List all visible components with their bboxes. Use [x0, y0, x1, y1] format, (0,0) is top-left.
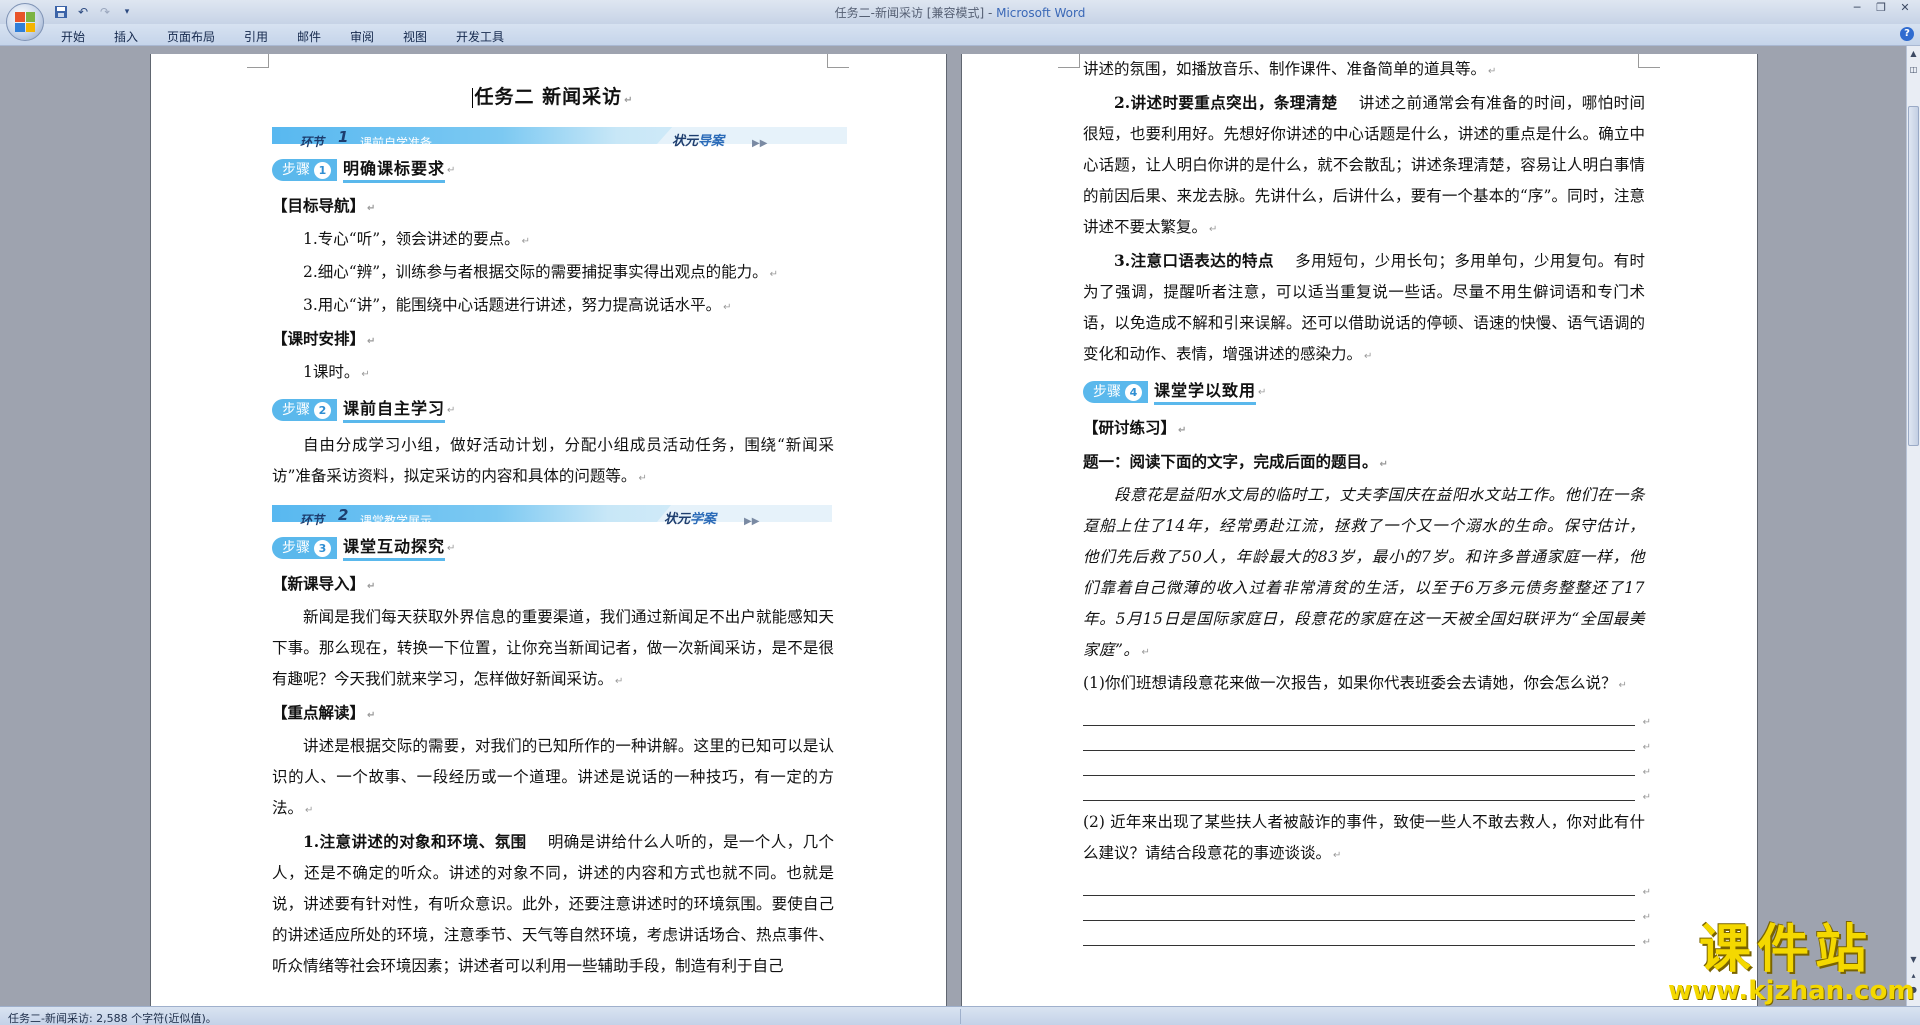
section-number: 1 — [338, 128, 349, 146]
step-2-header: 步骤 2 课前自主学习 ↵ — [272, 394, 834, 426]
double-arrow-icon: ▶▶ — [744, 516, 760, 527]
scroll-down-icon[interactable]: ▼ — [1908, 954, 1919, 966]
step-title: 明确课标要求 — [343, 158, 446, 183]
office-logo-icon — [15, 12, 35, 32]
section-banner-2: 环节 2 课堂教学展示 状元学案 ▶▶ — [272, 502, 834, 528]
redo-icon[interactable]: ↷ — [96, 3, 114, 20]
page-2-content: 讲述的氛围，如播放音乐、制作课件、准备简单的道具等。 ↵ 2.讲述时要重点突出，条… — [1083, 54, 1651, 948]
tab-review[interactable]: 审阅 — [350, 28, 374, 45]
question-1-prompt: (1)你们班想请段意花来做一次报告，如果你代表班委会去请她，你会怎么说？ ↵ — [1083, 674, 1627, 692]
crop-mark — [247, 54, 269, 68]
quick-access-toolbar: ↶ ↷ ▾ — [52, 3, 136, 20]
intro-heading: 【新课导入】 ↵ — [272, 574, 376, 593]
tab-developer[interactable]: 开发工具 — [456, 28, 504, 45]
section-subtitle: 课堂教学展示 — [360, 514, 433, 528]
focus-heading: 【重点解读】 ↵ — [272, 703, 376, 722]
window-title: 任务二-新闻采访 [兼容模式] - Microsoft Word — [834, 6, 1086, 20]
step-title: 课前自主学习 — [343, 398, 446, 423]
section-env-label: 环节 — [300, 135, 325, 149]
section-subtitle: 课前自学准备 — [360, 136, 433, 150]
tab-home[interactable]: 开始 — [61, 28, 85, 45]
office-button[interactable] — [6, 3, 44, 41]
scroll-up-icon[interactable]: ▲ — [1908, 48, 1919, 60]
intro-paragraph: 新闻是我们每天获取外界信息的重要渠道，我们通过新闻足不出户就能感知天下事。那么现… — [272, 608, 834, 688]
practice-heading: 【研讨练习】 ↵ — [1083, 418, 1187, 437]
step-4-header: 步骤 4 课堂学以致用 ↵ — [1083, 376, 1645, 408]
page-2[interactable]: 讲述的氛围，如播放音乐、制作课件、准备简单的道具等。 ↵ 2.讲述时要重点突出，条… — [962, 54, 1757, 1006]
goal-heading: 【目标导航】 ↵ — [272, 196, 376, 215]
page-1-content: 任务二 新闻采访 ↵ 环节 1 课前自学准备 状元导案 ▶▶ 步骤 1 明确课标要求… — [272, 78, 847, 982]
section-right-label: 状元导案 — [672, 134, 725, 149]
question-2-prompt: (2) 近年来出现了某些扶人者被敲诈的事件，致使一些人不敢去救人，你对此有什么建… — [1083, 813, 1645, 862]
step-title: 课堂学以致用 — [1154, 380, 1257, 405]
goal-item: 3.用心“讲”，能围绕中心话题进行讲述，努力提高说话水平。 ↵ — [303, 296, 732, 314]
schedule-text: 1课时。 ↵ — [303, 363, 370, 381]
page-1[interactable]: 任务二 新闻采访 ↵ 环节 1 课前自学准备 状元导案 ▶▶ 步骤 1 明确课标要求… — [151, 54, 946, 1006]
answer-line[interactable]: ↵ — [1083, 776, 1651, 803]
answer-line[interactable]: ↵ — [1083, 896, 1651, 923]
point-2-paragraph: 2.讲述时要重点突出，条理清楚 讲述之前通常会有准备的时间，哪怕时间很短，也要利… — [1083, 93, 1645, 236]
save-icon[interactable] — [52, 3, 70, 20]
answer-line[interactable]: ↵ — [1083, 701, 1651, 728]
section-env-label: 环节 — [300, 513, 325, 527]
section-right-label: 状元学案 — [664, 512, 717, 527]
tab-page-layout[interactable]: 页面布局 — [167, 28, 215, 45]
tab-insert[interactable]: 插入 — [114, 28, 138, 45]
double-arrow-icon: ▶▶ — [752, 138, 768, 149]
step-1-header: 步骤 1 明确课标要求 ↵ — [272, 154, 834, 186]
answer-line[interactable]: ↵ — [1083, 871, 1651, 898]
step-title: 课堂互动探究 — [343, 536, 446, 561]
ribbon-tabs: 开始 插入 页面布局 引用 邮件 审阅 视图 开发工具 ? — [0, 24, 1920, 46]
answer-line[interactable]: ↵ — [1083, 751, 1651, 778]
scrollbar-thumb[interactable] — [1908, 106, 1919, 446]
help-icon[interactable]: ? — [1900, 27, 1914, 41]
watermark-title: 课件站 — [1698, 920, 1873, 980]
window-controls: ─ ❐ ✕ — [1846, 1, 1916, 17]
goal-item: 2.细心“辨”，训练参与者根据交际的需要捕捉事实得出观点的能力。 ↵ — [303, 263, 779, 281]
section-banner-1: 环节 1 课前自学准备 状元导案 ▶▶ — [272, 124, 847, 150]
answer-line[interactable]: ↵ — [1083, 726, 1651, 753]
undo-icon[interactable]: ↶ — [74, 3, 92, 20]
document-area[interactable]: 任务二 新闻采访 ↵ 环节 1 课前自学准备 状元导案 ▶▶ 步骤 1 明确课标要求… — [0, 46, 1906, 1006]
watermark-logo: 课件站 www.kjzhan.com — [1668, 920, 1915, 1006]
point-3-paragraph: 3.注意口语表达的特点 多用短句，少用长句；多用单句，少用复句。有时为了强调，提… — [1083, 251, 1645, 363]
watermark-url: www.kjzhan.com — [1668, 976, 1915, 1006]
answer-line[interactable]: ↵ — [1083, 921, 1651, 948]
schedule-heading: 【课时安排】 ↵ — [272, 329, 376, 348]
focus-paragraph: 讲述是根据交际的需要，对我们的已知所作的一种讲解。这里的已知可以是认识的人、一个… — [272, 737, 834, 817]
vertical-scrollbar[interactable]: ▲ ◫ ▼ ▴ ● — [1906, 46, 1920, 1006]
continued-paragraph: 讲述的氛围，如播放音乐、制作课件、准备简单的道具等。 ↵ — [1083, 60, 1497, 78]
tab-mailings[interactable]: 邮件 — [297, 28, 321, 45]
dropdown-icon[interactable]: ▾ — [118, 3, 136, 20]
close-icon[interactable]: ✕ — [1894, 1, 1916, 17]
tab-view[interactable]: 视图 — [403, 28, 427, 45]
word-count-status[interactable]: 任务二-新闻采访: 2,588 个字符(近似值)。 — [8, 1010, 217, 1025]
question-1-heading: 题一：阅读下面的文字，完成后面的题目。 ↵ — [1083, 452, 1388, 471]
restore-icon[interactable]: ❐ — [1870, 1, 1892, 17]
crop-mark — [827, 54, 849, 68]
tab-references[interactable]: 引用 — [244, 28, 268, 45]
goal-item: 1.专心“听”，领会讲述的要点。 ↵ — [303, 230, 531, 248]
crop-mark — [1058, 54, 1080, 68]
point-1-paragraph: 1.注意讲述的对象和环境、氛围 明确是讲给什么人听的，是一个人，几个人，还是不确… — [272, 832, 834, 975]
step-2-paragraph: 自由分成学习小组，做好活动计划，分配小组成员活动任务，围绕“新闻采访”准备采访资… — [272, 436, 834, 485]
title-bar: 任务二-新闻采访 [兼容模式] - Microsoft Word ↶ ↷ ▾ ─… — [0, 0, 1920, 24]
ruler-toggle-icon[interactable]: ◫ — [1908, 64, 1919, 76]
reading-passage: 段意花是益阳水文局的临时工，丈夫李国庆在益阳水文站工作。他们在一条趸船上住了14… — [1083, 486, 1645, 659]
status-bar: 任务二-新闻采访: 2,588 个字符(近似值)。 — [0, 1006, 1920, 1025]
section-number: 2 — [338, 506, 349, 524]
minimize-icon[interactable]: ─ — [1846, 1, 1868, 17]
document-title: 任务二 新闻采访 ↵ — [472, 86, 634, 108]
